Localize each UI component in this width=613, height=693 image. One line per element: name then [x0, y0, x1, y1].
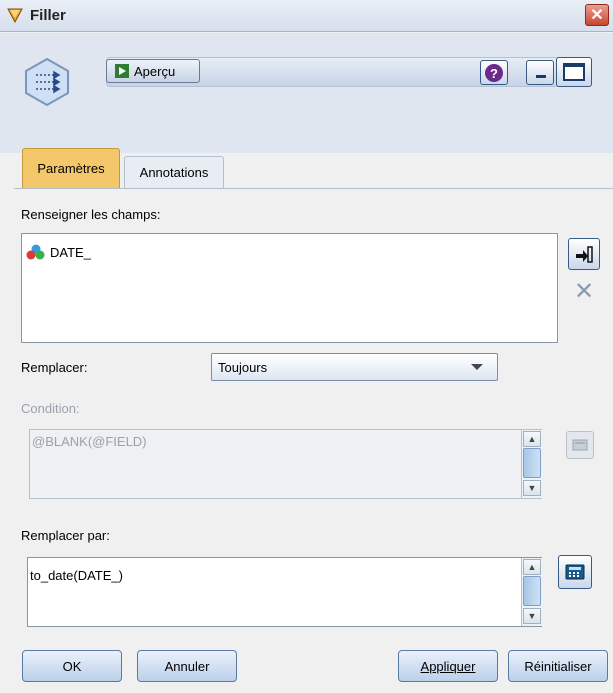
condition-text: @BLANK(@FIELD) — [32, 434, 147, 449]
help-button[interactable]: ? — [480, 60, 508, 85]
calculator-icon — [565, 564, 585, 580]
chevron-down-icon — [471, 364, 483, 370]
replace-with-field[interactable]: to_date(DATE_) ▲ ▼ — [27, 557, 542, 627]
filler-node-icon — [7, 8, 23, 23]
preview-button[interactable]: Aperçu — [106, 59, 200, 83]
replace-label: Remplacer: — [21, 360, 88, 375]
condition-scrollbar[interactable]: ▲ ▼ — [521, 430, 542, 498]
scroll-up-icon[interactable]: ▲ — [523, 559, 541, 575]
tab-annotations[interactable]: Annotations — [124, 156, 224, 188]
condition-label: Condition: — [21, 401, 80, 416]
fill-fields-label: Renseigner les champs: — [21, 207, 161, 222]
replace-with-scrollbar[interactable]: ▲ ▼ — [521, 558, 542, 626]
scroll-down-icon[interactable]: ▼ — [523, 480, 541, 496]
ok-button[interactable]: OK — [22, 650, 122, 682]
delete-field-button[interactable]: ✕ — [568, 276, 600, 306]
reset-button[interactable]: Réinitialiser — [508, 650, 608, 682]
replace-with-text: to_date(DATE_) — [30, 568, 123, 583]
play-icon — [115, 64, 129, 78]
field-picker-icon — [576, 246, 593, 263]
window-title: Filler — [30, 7, 66, 24]
close-button[interactable]: ✕ — [585, 4, 609, 26]
maximize-button[interactable] — [556, 57, 592, 87]
replace-dropdown[interactable]: Toujours — [211, 353, 498, 381]
apply-button[interactable]: Appliquer — [398, 650, 498, 682]
field-type-icon — [26, 244, 45, 260]
condition-expression-builder-button — [566, 431, 594, 459]
replace-with-label: Remplacer par: — [21, 528, 110, 543]
scroll-thumb[interactable] — [523, 576, 541, 606]
maximize-icon — [563, 63, 585, 81]
scroll-thumb[interactable] — [523, 448, 541, 478]
header-area — [0, 33, 613, 153]
field-name: DATE_ — [50, 244, 91, 260]
filler-node-icon — [22, 57, 72, 107]
minimize-button[interactable] — [526, 60, 554, 85]
list-item[interactable]: DATE_ — [26, 244, 91, 260]
condition-field: @BLANK(@FIELD) ▲ ▼ — [29, 429, 542, 499]
title-bar: Filler ✕ — [0, 0, 613, 32]
preview-label: Aperçu — [134, 63, 176, 79]
replace-expression-builder-button[interactable] — [558, 555, 592, 589]
pick-fields-button[interactable] — [568, 238, 600, 270]
fields-list[interactable]: DATE_ — [21, 233, 558, 343]
minimize-icon — [536, 75, 546, 78]
cancel-button[interactable]: Annuler — [137, 650, 237, 682]
calculator-icon — [572, 439, 588, 451]
scroll-up-icon[interactable]: ▲ — [523, 431, 541, 447]
scroll-down-icon[interactable]: ▼ — [523, 608, 541, 624]
help-icon: ? — [485, 63, 503, 82]
svg-text:?: ? — [490, 66, 498, 81]
replace-selected-value: Toujours — [218, 359, 268, 375]
delete-icon: ✕ — [573, 277, 595, 305]
tab-parametres[interactable]: Paramètres — [22, 148, 120, 188]
